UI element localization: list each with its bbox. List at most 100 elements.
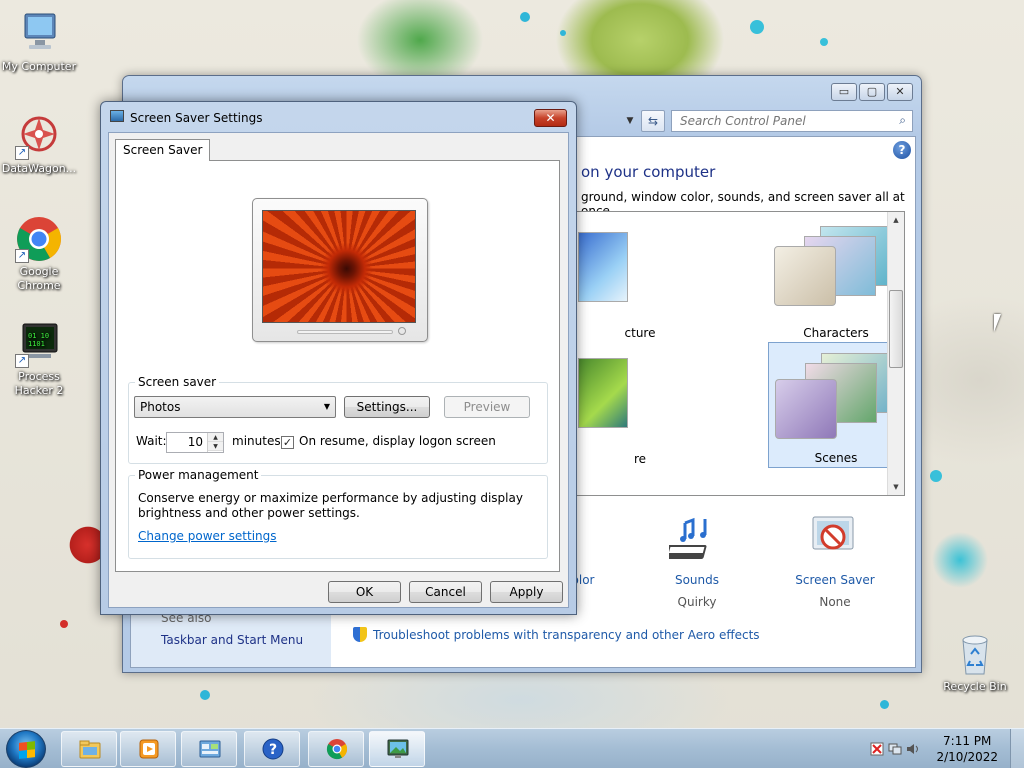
theme-item-selected[interactable]: Scenes xyxy=(768,342,904,468)
taskbar-control-panel-button[interactable] xyxy=(181,731,237,767)
svg-text:1101: 1101 xyxy=(28,340,45,348)
clock-date: 2/10/2022 xyxy=(936,750,998,764)
windows-logo-icon xyxy=(19,741,35,759)
start-button[interactable] xyxy=(6,730,46,768)
sounds-icon xyxy=(637,513,757,573)
network-icon[interactable] xyxy=(888,742,902,756)
apply-button[interactable]: Apply xyxy=(490,581,563,603)
page-heading: on your computer xyxy=(581,163,716,181)
desktop-icon-process-hacker[interactable]: 01 10 1101 ↗ Process Hacker 2 xyxy=(0,320,78,398)
monitor-bezel-line xyxy=(297,330,393,334)
screen-saver-group-label: Screen saver xyxy=(135,375,220,389)
theme-label: re xyxy=(633,452,647,466)
theme-label: Characters xyxy=(803,326,869,340)
desktop-icon-label: Process Hacker 2 xyxy=(14,370,64,397)
desktop-icon-label: DataWagon... xyxy=(1,162,77,175)
scrollbar-thumb[interactable] xyxy=(889,290,903,368)
preview-button[interactable]: Preview xyxy=(444,396,530,418)
wait-minutes-value[interactable]: 10 xyxy=(188,433,203,452)
scroll-down-icon[interactable]: ▼ xyxy=(888,479,904,495)
sounds-link[interactable]: Sounds Quirky xyxy=(637,513,757,609)
monitor-preview xyxy=(252,198,428,342)
svg-text:?: ? xyxy=(269,742,277,758)
desktop-icon-recycle-bin[interactable]: Recycle Bin xyxy=(936,630,1014,694)
process-hacker-icon: 01 10 1101 ↗ xyxy=(15,320,63,368)
taskbar-chrome-button[interactable] xyxy=(308,731,364,767)
maximize-button[interactable]: ▢ xyxy=(859,83,885,101)
taskbar-help-button[interactable]: ? xyxy=(244,731,300,767)
desktop-icon-label: My Computer xyxy=(1,60,77,73)
shortcut-arrow-icon: ↗ xyxy=(15,146,29,160)
taskbar-start-menu-link[interactable]: Taskbar and Start Menu xyxy=(161,633,303,647)
help-icon[interactable]: ? xyxy=(893,141,911,159)
theme-label: Scenes xyxy=(814,451,858,465)
themes-list[interactable]: cture Characters re Scenes ▲ ▼ xyxy=(571,211,905,496)
screen-saver-value: None xyxy=(819,595,851,609)
monitor-power-icon xyxy=(398,327,406,335)
settings-button[interactable]: Settings... xyxy=(344,396,430,418)
change-power-settings-link[interactable]: Change power settings xyxy=(138,529,277,543)
spinner-buttons[interactable]: ▲ ▼ xyxy=(207,433,223,452)
taskbar-clock[interactable]: 7:11 PM 2/10/2022 xyxy=(936,733,998,765)
screen-saver-settings-dialog[interactable]: Screen Saver Settings ✕ Screen Saver Scr… xyxy=(100,101,577,615)
action-center-icon[interactable] xyxy=(870,742,884,756)
desktop-icon-my-computer[interactable]: My Computer xyxy=(0,10,78,74)
theme-label: cture xyxy=(624,326,656,340)
search-box[interactable]: ⌕ xyxy=(671,110,913,132)
media-player-icon xyxy=(139,739,159,759)
taskbar-media-player-button[interactable] xyxy=(120,731,176,767)
theme-preview xyxy=(578,352,702,432)
control-panel-icon xyxy=(199,740,221,758)
screen-saver-select-value: Photos xyxy=(140,400,181,414)
explorer-icon xyxy=(79,740,101,759)
chrome-icon xyxy=(326,739,348,760)
mouse-cursor-icon xyxy=(994,314,1008,332)
spin-up-icon[interactable]: ▲ xyxy=(208,433,223,442)
show-desktop-button[interactable] xyxy=(1010,729,1024,768)
computer-icon xyxy=(15,10,63,58)
dialog-close-button[interactable]: ✕ xyxy=(534,109,567,127)
power-description-line2: brightness and other power settings. xyxy=(138,506,360,520)
logon-screen-checkbox-label[interactable]: On resume, display logon screen xyxy=(299,434,496,448)
screen-saver-icon xyxy=(775,513,895,573)
power-management-label: Power management xyxy=(135,468,262,482)
address-dropdown-arrow-icon[interactable]: ▼ xyxy=(621,111,639,131)
search-input[interactable] xyxy=(672,111,882,131)
power-description-line1: Conserve energy or maximize performance … xyxy=(138,491,523,505)
taskbar-screen-saver-button[interactable] xyxy=(369,731,425,767)
scroll-up-icon[interactable]: ▲ xyxy=(888,212,904,228)
taskbar-explorer-button[interactable] xyxy=(61,731,117,767)
spin-down-icon[interactable]: ▼ xyxy=(208,442,223,451)
search-icon[interactable]: ⌕ xyxy=(899,113,906,128)
logon-screen-checkbox[interactable]: ✓ xyxy=(281,436,294,449)
dialog-title: Screen Saver Settings xyxy=(130,111,263,125)
desktop-icon-datawagon[interactable]: ↗ DataWagon... xyxy=(0,112,78,176)
clock-time: 7:11 PM xyxy=(943,734,992,748)
close-button[interactable]: ✕ xyxy=(887,83,913,101)
screen-saver-icon xyxy=(387,739,409,758)
desktop-icon-google-chrome[interactable]: ↗ Google Chrome xyxy=(0,215,78,293)
dialog-titlebar[interactable]: Screen Saver Settings ✕ xyxy=(101,102,576,132)
refresh-button[interactable]: ⇆ xyxy=(641,110,665,132)
cancel-button[interactable]: Cancel xyxy=(409,581,482,603)
refresh-icon: ⇆ xyxy=(647,114,659,128)
screen-saver-link[interactable]: Screen Saver None xyxy=(775,513,895,609)
themes-scrollbar[interactable]: ▲ ▼ xyxy=(887,212,904,495)
theme-item[interactable]: cture xyxy=(572,216,708,342)
theme-item[interactable]: re xyxy=(572,342,708,468)
screen-saver-settings-icon xyxy=(110,110,124,122)
minutes-label: minutes xyxy=(232,434,281,448)
volume-icon[interactable] xyxy=(906,742,920,756)
screen-saver-group: Screen saver Photos ▼ Settings... Previe… xyxy=(128,375,548,464)
troubleshoot-label: Troubleshoot problems with transparency … xyxy=(373,628,760,642)
troubleshoot-link[interactable]: Troubleshoot problems with transparency … xyxy=(353,627,760,642)
theme-preview xyxy=(775,353,899,439)
tab-screen-saver[interactable]: Screen Saver xyxy=(115,139,211,161)
theme-item[interactable]: Characters xyxy=(768,216,904,342)
ok-button[interactable]: OK xyxy=(328,581,401,603)
screen-saver-select[interactable]: Photos ▼ xyxy=(134,396,336,418)
screen-saver-label: Screen Saver xyxy=(795,573,875,587)
minimize-button[interactable]: ▭ xyxy=(831,83,857,101)
system-tray: 7:11 PM 2/10/2022 xyxy=(854,729,1024,768)
wait-minutes-stepper[interactable]: 10 ▲ ▼ xyxy=(166,432,224,453)
